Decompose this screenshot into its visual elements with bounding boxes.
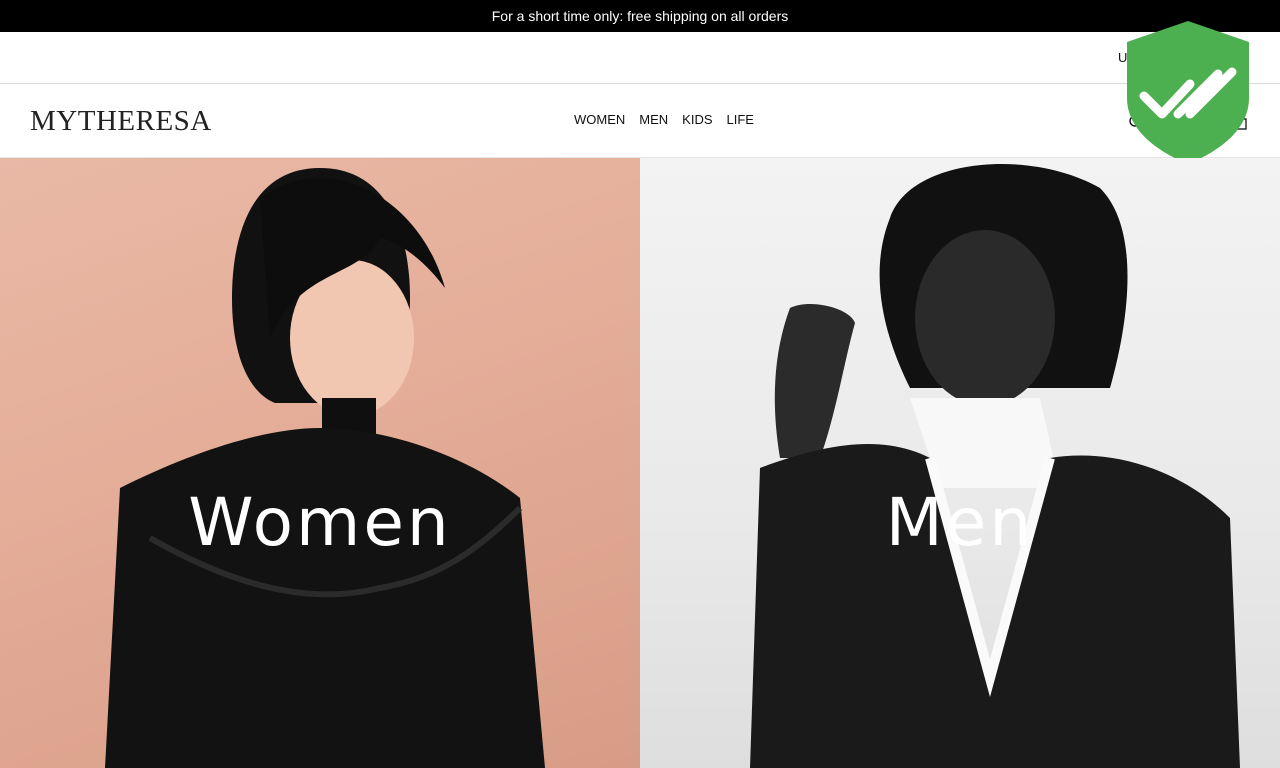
nav-item-women[interactable]: WOMEN xyxy=(574,112,625,127)
utility-bar: U xyxy=(0,32,1280,84)
security-shield-check-icon xyxy=(1127,21,1249,164)
hero-men[interactable]: Men xyxy=(640,158,1280,768)
main-nav: WOMEN MEN KIDS LIFE xyxy=(574,112,754,127)
hero-men-label[interactable]: Men xyxy=(640,484,1280,561)
site-logo[interactable]: MYTHERESA xyxy=(30,105,212,138)
nav-item-life[interactable]: LIFE xyxy=(727,112,754,127)
women-model-photo xyxy=(105,168,545,768)
promo-text: For a short time only: free shipping on … xyxy=(491,8,789,24)
nav-item-kids[interactable]: KIDS xyxy=(682,112,712,127)
men-model-photo xyxy=(750,164,1240,768)
promo-bar: For a short time only: free shipping on … xyxy=(0,0,1280,32)
hero-women[interactable]: Women xyxy=(0,158,640,768)
nav-item-men[interactable]: MEN xyxy=(639,112,668,127)
main-header: MYTHERESA WOMEN MEN KIDS LIFE xyxy=(0,84,1280,158)
hero-women-label[interactable]: Women xyxy=(0,484,640,561)
